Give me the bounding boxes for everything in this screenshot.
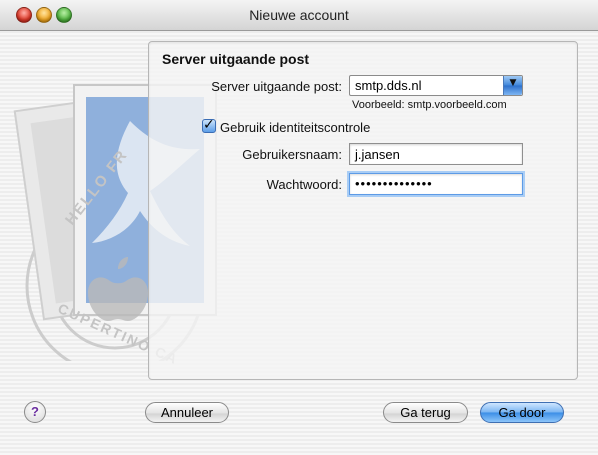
username-label: Gebruikersnaam: bbox=[242, 147, 342, 162]
username-field[interactable]: j.jansen bbox=[349, 143, 523, 165]
password-field[interactable]: •••••••••••••• bbox=[349, 173, 523, 195]
password-value: •••••••••••••• bbox=[355, 176, 433, 191]
continue-button[interactable]: Ga door bbox=[480, 402, 564, 423]
popup-arrow-icon[interactable]: ▼ bbox=[503, 76, 522, 95]
window-title: Nieuwe account bbox=[249, 7, 349, 23]
username-value: j.jansen bbox=[355, 147, 400, 162]
back-button[interactable]: Ga terug bbox=[383, 402, 468, 423]
server-example-hint: Voorbeeld: smtp.voorbeeld.com bbox=[352, 99, 507, 111]
cancel-button[interactable]: Annuleer bbox=[145, 402, 229, 423]
outgoing-server-value: smtp.dds.nl bbox=[355, 78, 422, 93]
title-bar: Nieuwe account bbox=[0, 0, 598, 31]
use-authentication-label[interactable]: Gebruik identiteitscontrole bbox=[220, 120, 370, 135]
section-heading: Server uitgaande post bbox=[162, 51, 310, 67]
outgoing-server-popup[interactable]: smtp.dds.nl ▼ bbox=[349, 75, 523, 96]
password-label: Wachtwoord: bbox=[266, 177, 342, 192]
outgoing-server-label: Server uitgaande post: bbox=[211, 79, 342, 94]
help-button[interactable]: ? bbox=[24, 401, 46, 423]
use-authentication-checkbox[interactable]: ✓ bbox=[202, 117, 216, 133]
checkmark-icon: ✓ bbox=[203, 117, 215, 133]
question-mark-icon: ? bbox=[31, 404, 39, 419]
